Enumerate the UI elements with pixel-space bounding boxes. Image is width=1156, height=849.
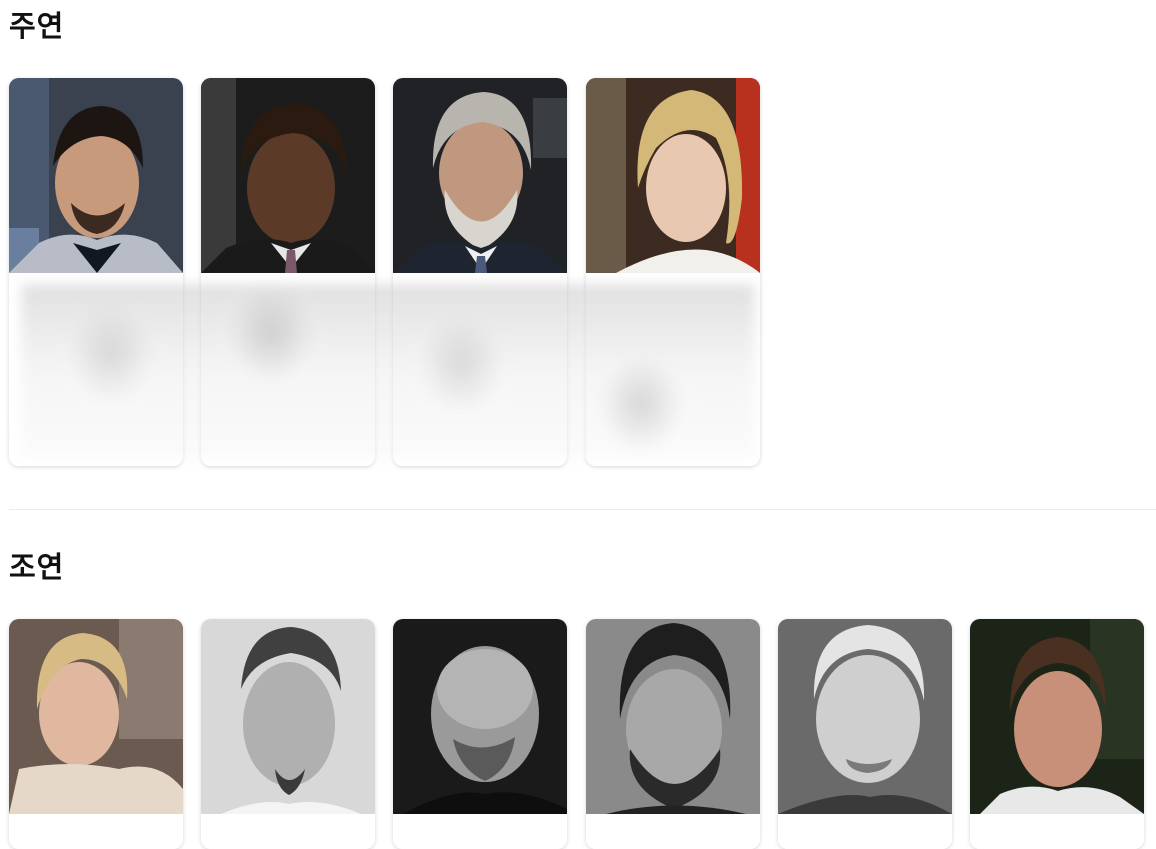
person-photo[interactable] [586,78,760,273]
cast-card[interactable] [393,619,567,849]
cast-info [9,814,183,849]
person-photo[interactable] [393,619,567,814]
person-photo[interactable] [970,619,1144,814]
cast-info [393,814,567,849]
section-title-supporting-cast: 조연 [9,550,65,584]
cast-info [970,814,1144,849]
cast-info [201,814,375,849]
person-photo[interactable] [586,619,760,814]
person-photo[interactable] [9,619,183,814]
cast-card[interactable] [201,619,375,849]
person-photo[interactable] [778,619,952,814]
cast-card[interactable] [970,619,1144,849]
cast-card[interactable] [778,619,952,849]
person-photo[interactable] [9,78,183,273]
cast-card[interactable] [9,619,183,849]
cast-card[interactable] [586,619,760,849]
section-divider [9,509,1156,510]
person-photo[interactable] [201,619,375,814]
cast-info [778,814,952,849]
section-title-main-cast: 주연 [9,9,65,43]
cast-info [586,814,760,849]
person-photo[interactable] [393,78,567,273]
person-photo[interactable] [201,78,375,273]
blurred-cast-details [21,284,755,458]
